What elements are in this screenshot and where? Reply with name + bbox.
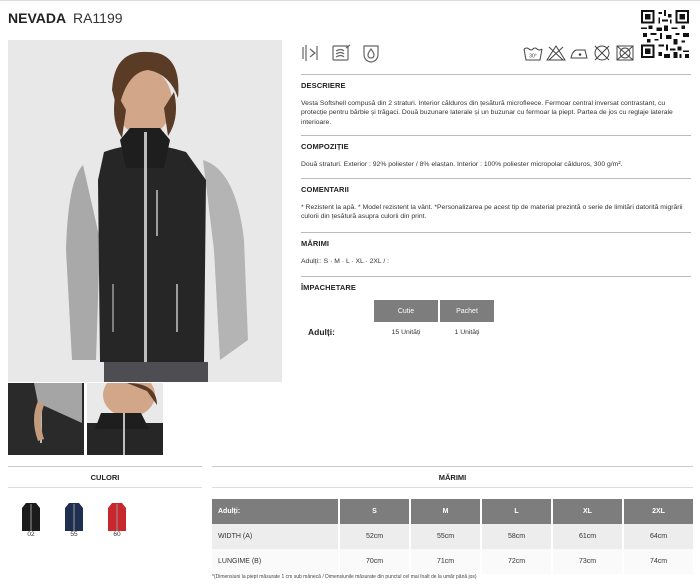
product-header: NEVADA RA1199 <box>8 10 123 26</box>
table-cell: 73cm <box>551 549 622 574</box>
table-cell: 55cm <box>409 524 480 549</box>
size-col-l: L <box>480 499 551 524</box>
color-code-02: 02 <box>27 531 35 538</box>
packing-pack-value: 1 Unități <box>454 329 480 336</box>
size-row-label: LUNGIME (B) <box>212 549 338 574</box>
section-divider <box>301 276 691 277</box>
packing-row-label: Adulți: <box>308 327 335 337</box>
color-swatch-02[interactable] <box>21 502 41 532</box>
packing-pack-header: Pachet <box>440 300 494 322</box>
sizes-text: Adulți:: S · M · L · XL · 2XL / : <box>301 258 390 265</box>
detail-thumbnail-collar[interactable] <box>87 383 163 455</box>
top-rule <box>0 0 700 1</box>
section-divider <box>301 232 691 233</box>
iron-low-icon <box>570 49 588 59</box>
color-swatch-55[interactable] <box>64 502 84 532</box>
table-row: LUNGIME (B) 70cm 71cm 72cm 73cm 74cm <box>212 549 693 574</box>
size-col-s: S <box>338 499 409 524</box>
size-table: Adulți: S M L XL 2XL WIDTH (A) 52cm 55cm… <box>212 499 693 574</box>
color-swatch-60[interactable] <box>107 502 127 532</box>
packing-section: ÎMPACHETARE <box>301 276 691 301</box>
wash-30-icon: 30° <box>523 47 543 61</box>
size-col-xl: XL <box>551 499 622 524</box>
description-text: Vesta Softshell compusă din 2 straturi. … <box>301 100 673 126</box>
color-code-55: 55 <box>70 531 78 538</box>
svg-text:30°: 30° <box>529 54 537 60</box>
size-col-m: M <box>409 499 480 524</box>
feature-icons <box>300 42 382 64</box>
color-code-60: 60 <box>113 531 121 538</box>
table-cell: 70cm <box>338 549 409 574</box>
comments-section: COMENTARII * Rezistent la apă. * Model r… <box>301 178 691 222</box>
composition-title: COMPOZIȚIE <box>301 142 349 151</box>
size-footnote: *(Dimensiuni la piept măsurate 1 cm sub … <box>212 574 477 580</box>
size-col-group: Adulți: <box>212 499 338 524</box>
table-cell: 64cm <box>622 524 693 549</box>
packing-box-header: Cutie <box>374 300 438 322</box>
colors-header: CULORI <box>8 466 202 488</box>
table-cell: 72cm <box>480 549 551 574</box>
section-divider <box>301 74 691 75</box>
size-col-2xl: 2XL <box>622 499 693 524</box>
no-dry-clean-icon <box>594 45 610 61</box>
care-icons: 30° <box>523 44 635 62</box>
product-main-photo[interactable] <box>8 40 282 382</box>
table-cell: 52cm <box>338 524 409 549</box>
table-cell: 58cm <box>480 524 551 549</box>
composition-section: COMPOZIȚIE Două straturi. Exterior : 92%… <box>301 135 691 169</box>
description-title: DESCRIERE <box>301 81 346 90</box>
sizes-title: MĂRIMI <box>301 239 330 248</box>
water-resistant-icon <box>363 45 379 63</box>
no-tumble-dry-icon <box>616 45 634 61</box>
packing-title: ÎMPACHETARE <box>301 283 356 292</box>
product-code: RA1199 <box>72 10 123 26</box>
table-cell: 61cm <box>551 524 622 549</box>
size-row-label: WIDTH (A) <box>212 524 338 549</box>
product-name: NEVADA <box>8 10 67 26</box>
section-divider <box>301 135 691 136</box>
detail-thumbnail-pocket[interactable] <box>8 383 84 455</box>
table-cell: 71cm <box>409 549 480 574</box>
sizes-section: MĂRIMI Adulți:: S · M · L · XL · 2XL / : <box>301 232 691 266</box>
description-section: DESCRIERE Vesta Softshell compusă din 2 … <box>301 74 691 127</box>
qr-code-icon[interactable] <box>641 10 689 58</box>
table-cell: 74cm <box>622 549 693 574</box>
composition-text: Două straturi. Exterior : 92% poliester … <box>301 161 623 168</box>
wind-resistant-icon <box>302 45 318 61</box>
size-table-header: MĂRIMI <box>212 466 693 488</box>
packing-box-value: 15 Unități <box>391 329 421 336</box>
comments-title: COMENTARII <box>301 185 349 194</box>
size-table-head-row: Adulți: S M L XL 2XL <box>212 499 693 524</box>
breathable-icon <box>332 44 351 61</box>
table-row: WIDTH (A) 52cm 55cm 58cm 61cm 64cm <box>212 524 693 549</box>
section-divider <box>301 178 691 179</box>
no-bleach-icon <box>546 45 566 61</box>
comments-text: * Rezistent la apă. * Model rezistent la… <box>301 204 683 221</box>
